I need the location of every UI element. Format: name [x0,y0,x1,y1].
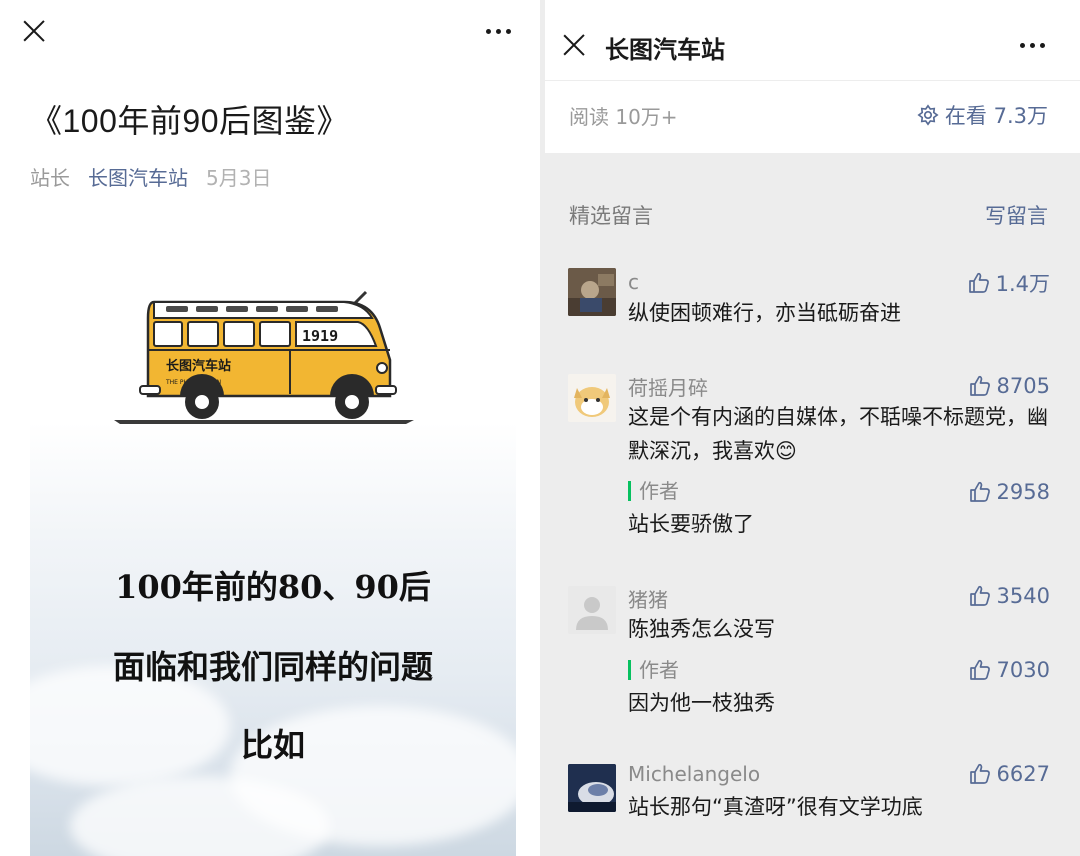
page-title: 长图汽车站 [605,36,725,64]
featured-comments-title: 精选留言 [569,204,653,228]
like-count: 6627 [996,762,1050,786]
avatar[interactable] [568,764,616,812]
poster-line-3: 比如 [240,726,305,764]
bus-number: 1919 [302,327,338,345]
thumb-up-icon [969,659,990,680]
article-panel: 《100年前90后图鉴》 站长 长图汽车站 5月3日 1919 长图汽车站 TH… [0,0,540,856]
like-count: 2958 [996,480,1050,504]
close-icon [561,32,587,58]
like-button[interactable]: 8705 [968,374,1050,398]
watching-count: 在看 7.3万 [944,104,1048,128]
article-meta: 站长 长图汽车站 5月3日 [30,162,271,191]
article-poster-image: 1919 长图汽车站 THE PHIC STATION 100年 [30,236,516,856]
comment-text: 站长那句“真渣呀”很有文学功底 [628,795,923,819]
author-reply-text: 站长要骄傲了 [628,512,754,536]
author-reply-tag: 作者 [628,660,679,680]
watching-icon [917,104,939,126]
like-count: 3540 [996,584,1050,608]
bus-brand: 长图汽车站 [166,358,231,374]
more-button[interactable] [478,11,518,51]
article-stats: 阅读 10万+ 在看 7.3万 [545,81,1080,153]
more-icon [485,28,511,34]
read-count: 阅读 10万+ [569,105,678,129]
close-icon [21,18,47,44]
more-icon [1019,42,1045,48]
thumb-up-icon [969,375,990,396]
avatar[interactable] [568,268,616,316]
like-button[interactable]: 7030 [968,658,1050,682]
comment-nickname[interactable]: 荷摇月碎 [628,372,708,401]
more-button[interactable] [1012,25,1052,65]
like-button[interactable]: 3540 [968,584,1050,608]
article-author: 站长 [30,166,70,190]
close-button[interactable] [554,25,594,65]
bus-illustration: 1919 长图汽车站 THE PHIC STATION [114,288,414,428]
like-button[interactable]: 1.4万 [967,268,1050,298]
thumb-up-icon [969,763,990,784]
thumb-up-icon [969,481,990,502]
account-link[interactable]: 长图汽车站 [88,162,188,191]
poster-line-1: 100年前的80、90后 [115,568,431,606]
like-count: 8705 [996,374,1050,398]
poster-line-2: 面临和我们同样的问题 [112,648,433,686]
comment-text: 这是个有内涵的自媒体，不聒噪不标题党，幽默深沉，我喜欢😊 [628,405,1048,463]
like-button[interactable]: 2958 [968,480,1050,504]
avatar[interactable] [568,374,616,422]
write-comment-link[interactable]: 写留言 [985,200,1048,230]
comment-nickname[interactable]: c [628,270,639,294]
article-title: 《100年前90后图鉴》 [30,103,349,139]
thumb-up-icon [969,585,990,606]
article-date: 5月3日 [206,166,272,190]
author-reply-tag: 作者 [628,481,679,501]
comment-nickname[interactable]: 猪猪 [628,584,668,613]
comments-header: 长图汽车站 [545,0,1080,80]
watching-button[interactable]: 在看 7.3万 [917,100,1048,130]
close-button[interactable] [14,11,54,51]
comment-nickname[interactable]: Michelangelo [628,762,760,786]
like-count: 7030 [996,658,1050,682]
like-count: 1.4万 [995,272,1050,296]
comment-text: 陈独秀怎么没写 [628,617,775,641]
comment-text: 纵使困顿难行，亦当砥砺奋进 [628,301,901,325]
author-reply-text: 因为他一枝独秀 [628,691,775,715]
thumb-up-icon [968,272,989,293]
comments-panel: 长图汽车站 阅读 10万+ 在看 7.3万 精选留言 写留言 c 1.4万 纵使… [545,0,1080,856]
avatar[interactable] [568,586,616,634]
like-button[interactable]: 6627 [968,762,1050,786]
